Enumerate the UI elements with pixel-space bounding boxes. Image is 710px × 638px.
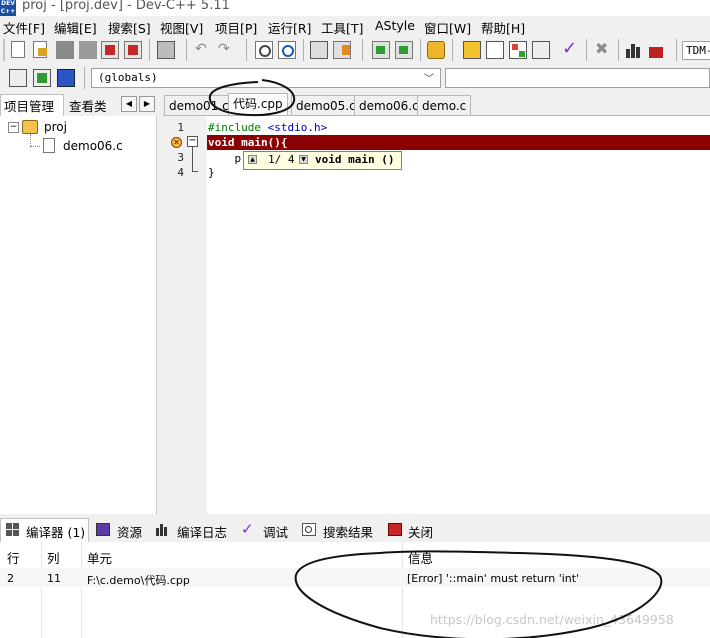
hand-annotation-overlay	[208, 79, 663, 638]
annotation-circle-tab	[208, 79, 296, 117]
annotation-circle-error	[294, 550, 663, 638]
